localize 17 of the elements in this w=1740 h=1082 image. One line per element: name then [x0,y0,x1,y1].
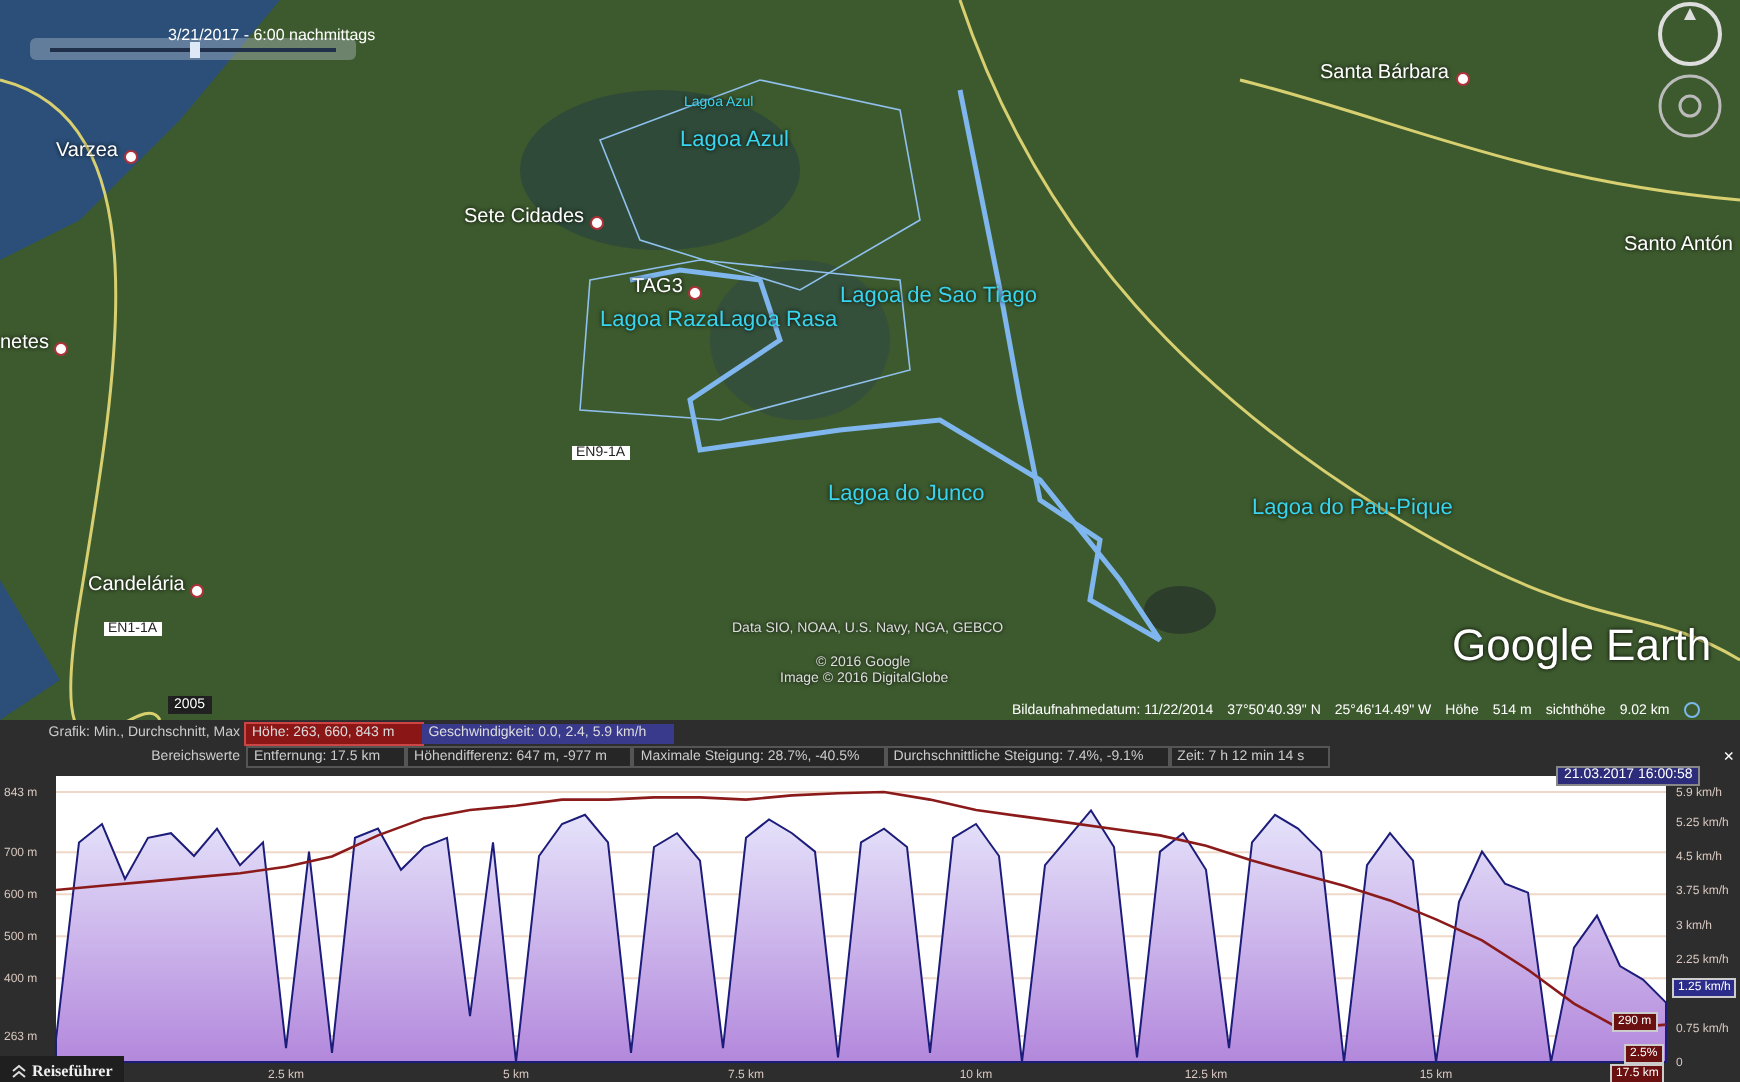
satellite-map-drawing[interactable] [0,0,1740,720]
place-label: Candelária [88,574,185,596]
globe-icon[interactable] [1683,702,1700,718]
guide-button[interactable]: Reiseführer [0,1056,125,1082]
place-label: Sete Cidades [464,206,585,228]
navigation-control-icon[interactable] [1656,72,1724,140]
lake-label: Lagoa do Junco [828,482,985,506]
close-button[interactable]: × [1723,748,1734,766]
place-label: Santo Antón [1624,234,1733,256]
place-label: Santa Bárbara [1320,62,1449,84]
place-label: netes [0,332,49,354]
logo-text: Google Earth [1452,620,1712,672]
slider-time-label: 3/21/2017 - 6:00 nachmittags [168,26,376,44]
place-label: TAG3 [632,276,683,298]
lake-label: Lagoa Azul [680,128,789,152]
double-caret-icon [12,1063,26,1077]
compass-icon[interactable] [1656,0,1724,68]
